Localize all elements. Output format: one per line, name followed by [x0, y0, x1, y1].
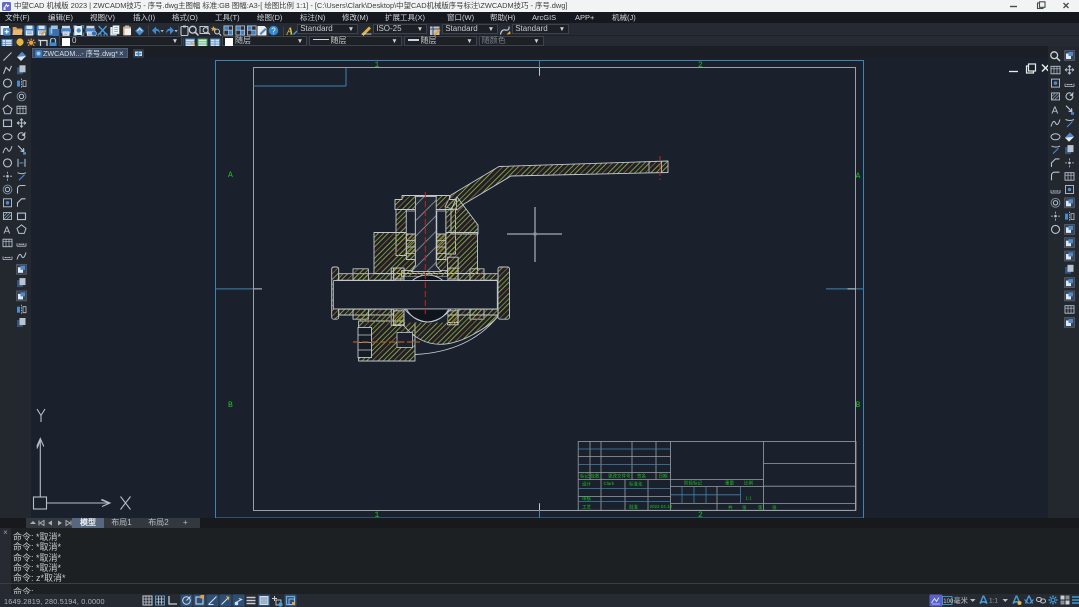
svg-text:2: 2	[698, 61, 703, 70]
svg-text:处数: 处数	[591, 472, 600, 479]
svg-text:B: B	[856, 401, 861, 410]
svg-text:标准化: 标准化	[629, 480, 643, 487]
svg-text:批准: 批准	[629, 503, 638, 510]
svg-text:A: A	[228, 171, 233, 180]
svg-text:第: 第	[758, 504, 763, 511]
svg-text:?: ?	[271, 26, 276, 35]
svg-text:1: 1	[375, 61, 380, 70]
svg-text:2022.04.18: 2022.04.18	[650, 504, 673, 509]
svg-text:设计: 设计	[582, 480, 591, 487]
svg-text:张: 张	[772, 504, 777, 511]
svg-text:Clark: Clark	[604, 481, 615, 486]
svg-text:毫米: 毫米	[954, 596, 968, 605]
svg-text:重量: 重量	[725, 479, 734, 486]
svg-text:阶段标记: 阶段标记	[684, 479, 702, 486]
svg-text:审核: 审核	[582, 495, 591, 502]
svg-text:工艺: 工艺	[582, 504, 591, 509]
svg-text:1:1: 1:1	[989, 598, 998, 605]
svg-text:A: A	[286, 26, 294, 36]
svg-text:标记: 标记	[580, 472, 589, 479]
svg-text:100: 100	[943, 599, 954, 605]
svg-text:A: A	[856, 172, 861, 181]
svg-text:比例: 比例	[744, 479, 753, 486]
svg-text:1: 1	[375, 511, 380, 518]
svg-text:1:1: 1:1	[746, 495, 753, 500]
svg-text:共: 共	[728, 504, 733, 511]
svg-text:2: 2	[698, 511, 703, 518]
svg-text:日期: 日期	[659, 473, 668, 479]
svg-text:张: 张	[742, 504, 747, 511]
svg-text:B: B	[228, 401, 233, 410]
svg-text:更改文件号: 更改文件号	[608, 472, 631, 479]
svg-text:签名: 签名	[637, 472, 646, 479]
